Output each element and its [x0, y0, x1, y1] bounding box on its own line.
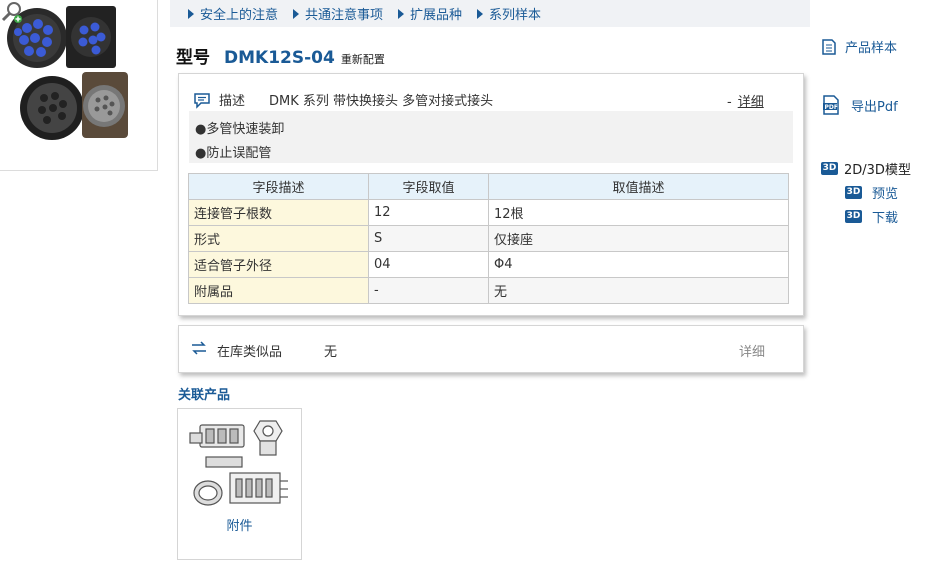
spec-table: 字段描述 字段取值 取值描述 连接管子根数 12 12根 形式 S 仅接座 适合… — [188, 173, 789, 304]
stock-similar-panel: 在库类似品 无 详细 — [178, 325, 804, 373]
sidebar-download-label[interactable]: 下载 — [872, 207, 898, 226]
detail-prefix: - — [727, 95, 732, 110]
breadcrumb-safety[interactable]: 安全上的注意 — [188, 4, 278, 23]
table-cell: 连接管子根数 — [188, 199, 369, 226]
sidebar-export-pdf-label[interactable]: 导出Pdf — [851, 96, 898, 115]
stock-value: 无 — [324, 345, 338, 360]
accessory-image — [189, 420, 288, 506]
table-cell: 适合管子外径 — [188, 251, 369, 278]
breadcrumb-label[interactable]: 安全上的注意 — [200, 4, 278, 23]
sidebar-preview-label[interactable]: 预览 — [872, 183, 898, 202]
breadcrumb-variants[interactable]: 扩展品种 — [398, 4, 462, 23]
triangle-right-icon — [398, 8, 405, 19]
model-label: 型号 — [176, 48, 210, 68]
table-header-row: 字段描述 字段取值 取值描述 — [188, 173, 789, 200]
table-cell: - — [368, 277, 489, 304]
breadcrumb-label[interactable]: 共通注意事项 — [305, 4, 383, 23]
table-cell: 仅接座 — [488, 225, 789, 252]
breadcrumb-label[interactable]: 系列样本 — [489, 4, 541, 23]
table-row: 形式 S 仅接座 — [188, 225, 789, 252]
catalog-book-icon — [822, 38, 836, 55]
model-code: DMK12S-04 — [224, 48, 335, 68]
column-header: 字段描述 — [188, 173, 369, 200]
swap-arrows-icon — [192, 341, 206, 355]
detail-link[interactable]: 详细 — [738, 95, 764, 110]
table-cell: 形式 — [188, 225, 369, 252]
description-row: 描述 DMK 系列 带快换接头 多管对接式接头 — [193, 90, 493, 109]
sidebar-2d3d-model: 3D 2D/3D模型 — [821, 159, 911, 178]
breadcrumb-common-notes[interactable]: 共通注意事项 — [293, 4, 383, 23]
3d-badge-icon: 3D — [845, 210, 862, 223]
sidebar-catalog[interactable]: 产品样本 — [821, 37, 897, 56]
sidebar-download[interactable]: 3D 下载 — [845, 207, 898, 226]
stock-detail-link[interactable]: 详细 — [739, 341, 765, 360]
description-panel: 描述 DMK 系列 带快换接头 多管对接式接头 - 详细 ●多管快速装卸 ●防止误… — [178, 73, 804, 316]
magnifier-plus-icon[interactable] — [0, 0, 24, 24]
triangle-right-icon — [293, 8, 300, 19]
triangle-right-icon — [477, 8, 484, 19]
related-title: 关联产品 — [178, 388, 231, 403]
stock-label: 在库类似品 — [217, 345, 283, 360]
3d-badge-icon: 3D — [845, 186, 862, 199]
table-cell: 04 — [368, 251, 489, 278]
column-header: 字段取值 — [368, 173, 489, 200]
table-cell: 12 — [368, 199, 489, 226]
breadcrumb-label[interactable]: 扩展品种 — [410, 4, 462, 23]
table-cell: 12根 — [488, 199, 789, 226]
pdf-icon: PDF — [823, 95, 839, 115]
description-text: DMK 系列 带快换接头 多管对接式接头 — [269, 94, 494, 109]
table-row: 连接管子根数 12 12根 — [188, 199, 789, 226]
reconfigure-link[interactable]: 重新配置 — [341, 51, 385, 67]
table-cell: 无 — [488, 277, 789, 304]
features-box: ●多管快速装卸 ●防止误配管 — [189, 111, 793, 163]
product-photo — [7, 6, 128, 140]
description-detail: - 详细 — [727, 91, 764, 110]
column-header: 取值描述 — [488, 173, 789, 200]
breadcrumb: 安全上的注意 共通注意事项 扩展品种 系列样本 — [170, 0, 810, 27]
related-item-accessory[interactable]: 附件 — [177, 408, 302, 560]
related-item-label[interactable]: 附件 — [178, 515, 301, 534]
table-row: 附属品 - 无 — [188, 277, 789, 304]
table-cell: 附属品 — [188, 277, 369, 304]
speech-bubble-icon — [194, 92, 210, 109]
sidebar-2d3d-label: 2D/3D模型 — [844, 163, 911, 178]
table-cell: S — [368, 225, 489, 252]
model-header: 型号 DMK12S-04 重新配置 — [176, 43, 385, 68]
feature-item: ●多管快速装卸 — [195, 122, 285, 137]
sidebar-preview[interactable]: 3D 预览 — [845, 183, 898, 202]
3d-badge-icon: 3D — [821, 162, 838, 175]
product-image[interactable] — [0, 0, 158, 171]
sidebar-export-pdf[interactable]: PDF 导出Pdf — [821, 95, 898, 115]
description-label: 描述 — [219, 94, 246, 109]
table-row: 适合管子外径 04 Φ4 — [188, 251, 789, 278]
table-cell: Φ4 — [488, 251, 789, 278]
feature-item: ●防止误配管 — [195, 146, 272, 161]
sidebar-catalog-label[interactable]: 产品样本 — [845, 37, 897, 56]
triangle-right-icon — [188, 8, 194, 19]
svg-text:PDF: PDF — [825, 104, 838, 111]
breadcrumb-series-catalog[interactable]: 系列样本 — [477, 4, 541, 23]
